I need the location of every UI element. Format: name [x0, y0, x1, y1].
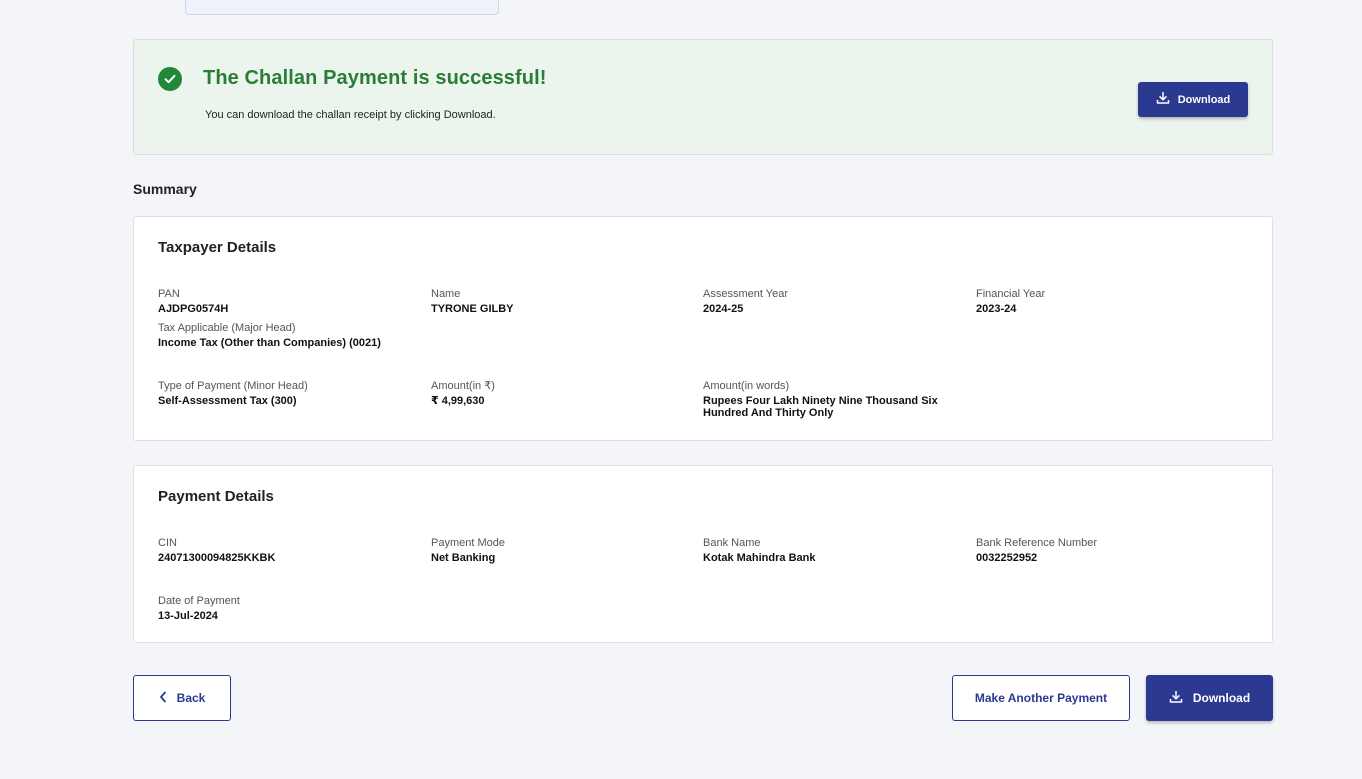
- success-subtitle: You can download the challan receipt by …: [205, 109, 496, 121]
- chevron-left-icon: [159, 691, 167, 706]
- field-cin: CIN 24071300094825KKBK: [158, 536, 275, 564]
- field-value: TYRONE GILBY: [431, 303, 514, 315]
- payment-details-title: Payment Details: [158, 488, 274, 505]
- download-icon: [1156, 91, 1170, 108]
- field-value: 0032252952: [976, 552, 1038, 564]
- field-amount-words: Amount(in words) Rupees Four Lakh Ninety…: [703, 379, 943, 419]
- field-label: Name: [431, 288, 461, 300]
- field-value: 2023-24: [976, 303, 1017, 315]
- field-value: 24071300094825KKBK: [158, 552, 276, 564]
- field-value: Net Banking: [431, 552, 496, 564]
- field-value: Income Tax (Other than Companies) (0021): [158, 337, 381, 349]
- field-value: ₹ 4,99,630: [431, 395, 485, 407]
- field-label: Financial Year: [976, 288, 1046, 300]
- field-payment-type: Type of Payment (Minor Head) Self-Assess…: [158, 379, 308, 407]
- summary-heading: Summary: [133, 181, 197, 197]
- field-label: Amount(in words): [703, 380, 790, 392]
- field-label: Bank Reference Number: [976, 537, 1098, 549]
- field-tax-applicable: Tax Applicable (Major Head) Income Tax (…: [158, 321, 381, 349]
- field-date-of-payment: Date of Payment 13-Jul-2024: [158, 594, 240, 622]
- download-icon: [1169, 690, 1183, 707]
- field-label: CIN: [158, 537, 177, 549]
- field-value: Kotak Mahindra Bank: [703, 552, 816, 564]
- taxpayer-details-card: Taxpayer Details PAN AJDPG0574H Name TYR…: [133, 216, 1273, 441]
- field-label: Amount(in ₹): [431, 380, 495, 392]
- make-another-payment-label: Make Another Payment: [974, 691, 1108, 705]
- back-label: Back: [176, 691, 206, 705]
- payment-details-card: Payment Details CIN 24071300094825KKBK P…: [133, 465, 1273, 643]
- field-value: 2024-25: [703, 303, 744, 315]
- field-value: Self-Assessment Tax (300): [158, 395, 297, 407]
- field-value: AJDPG0574H: [158, 303, 229, 315]
- field-label: Type of Payment (Minor Head): [158, 380, 308, 392]
- field-label: Assessment Year: [703, 288, 788, 300]
- field-label: PAN: [158, 288, 180, 300]
- field-value: Rupees Four Lakh Ninety Nine Thousand Si…: [703, 395, 938, 419]
- banner-download-label: Download: [1177, 93, 1231, 106]
- field-label: Tax Applicable (Major Head): [158, 322, 296, 334]
- success-title: The Challan Payment is successful!: [203, 67, 547, 89]
- field-payment-mode: Payment Mode Net Banking: [431, 536, 505, 564]
- field-label: Bank Name: [703, 537, 761, 549]
- field-label: Date of Payment: [158, 595, 240, 607]
- success-banner: The Challan Payment is successful! You c…: [133, 39, 1273, 155]
- field-assessment-year: Assessment Year 2024-25: [703, 287, 788, 315]
- back-button[interactable]: Back: [133, 675, 231, 721]
- field-amount: Amount(in ₹) ₹ 4,99,630: [431, 379, 495, 407]
- top-panel-edge: [185, 0, 499, 15]
- make-another-payment-button[interactable]: Make Another Payment: [952, 675, 1130, 721]
- download-button[interactable]: Download: [1146, 675, 1273, 721]
- banner-download-button[interactable]: Download: [1138, 82, 1248, 117]
- field-financial-year: Financial Year 2023-24: [976, 287, 1045, 315]
- taxpayer-details-title: Taxpayer Details: [158, 239, 277, 256]
- field-pan: PAN AJDPG0574H: [158, 287, 228, 315]
- field-bank-reference: Bank Reference Number 0032252952: [976, 536, 1097, 564]
- field-value: 13-Jul-2024: [158, 610, 218, 622]
- check-circle-icon: [158, 67, 182, 91]
- field-bank-name: Bank Name Kotak Mahindra Bank: [703, 536, 815, 564]
- download-label: Download: [1192, 691, 1251, 705]
- field-label: Payment Mode: [431, 537, 505, 549]
- field-name: Name TYRONE GILBY: [431, 287, 514, 315]
